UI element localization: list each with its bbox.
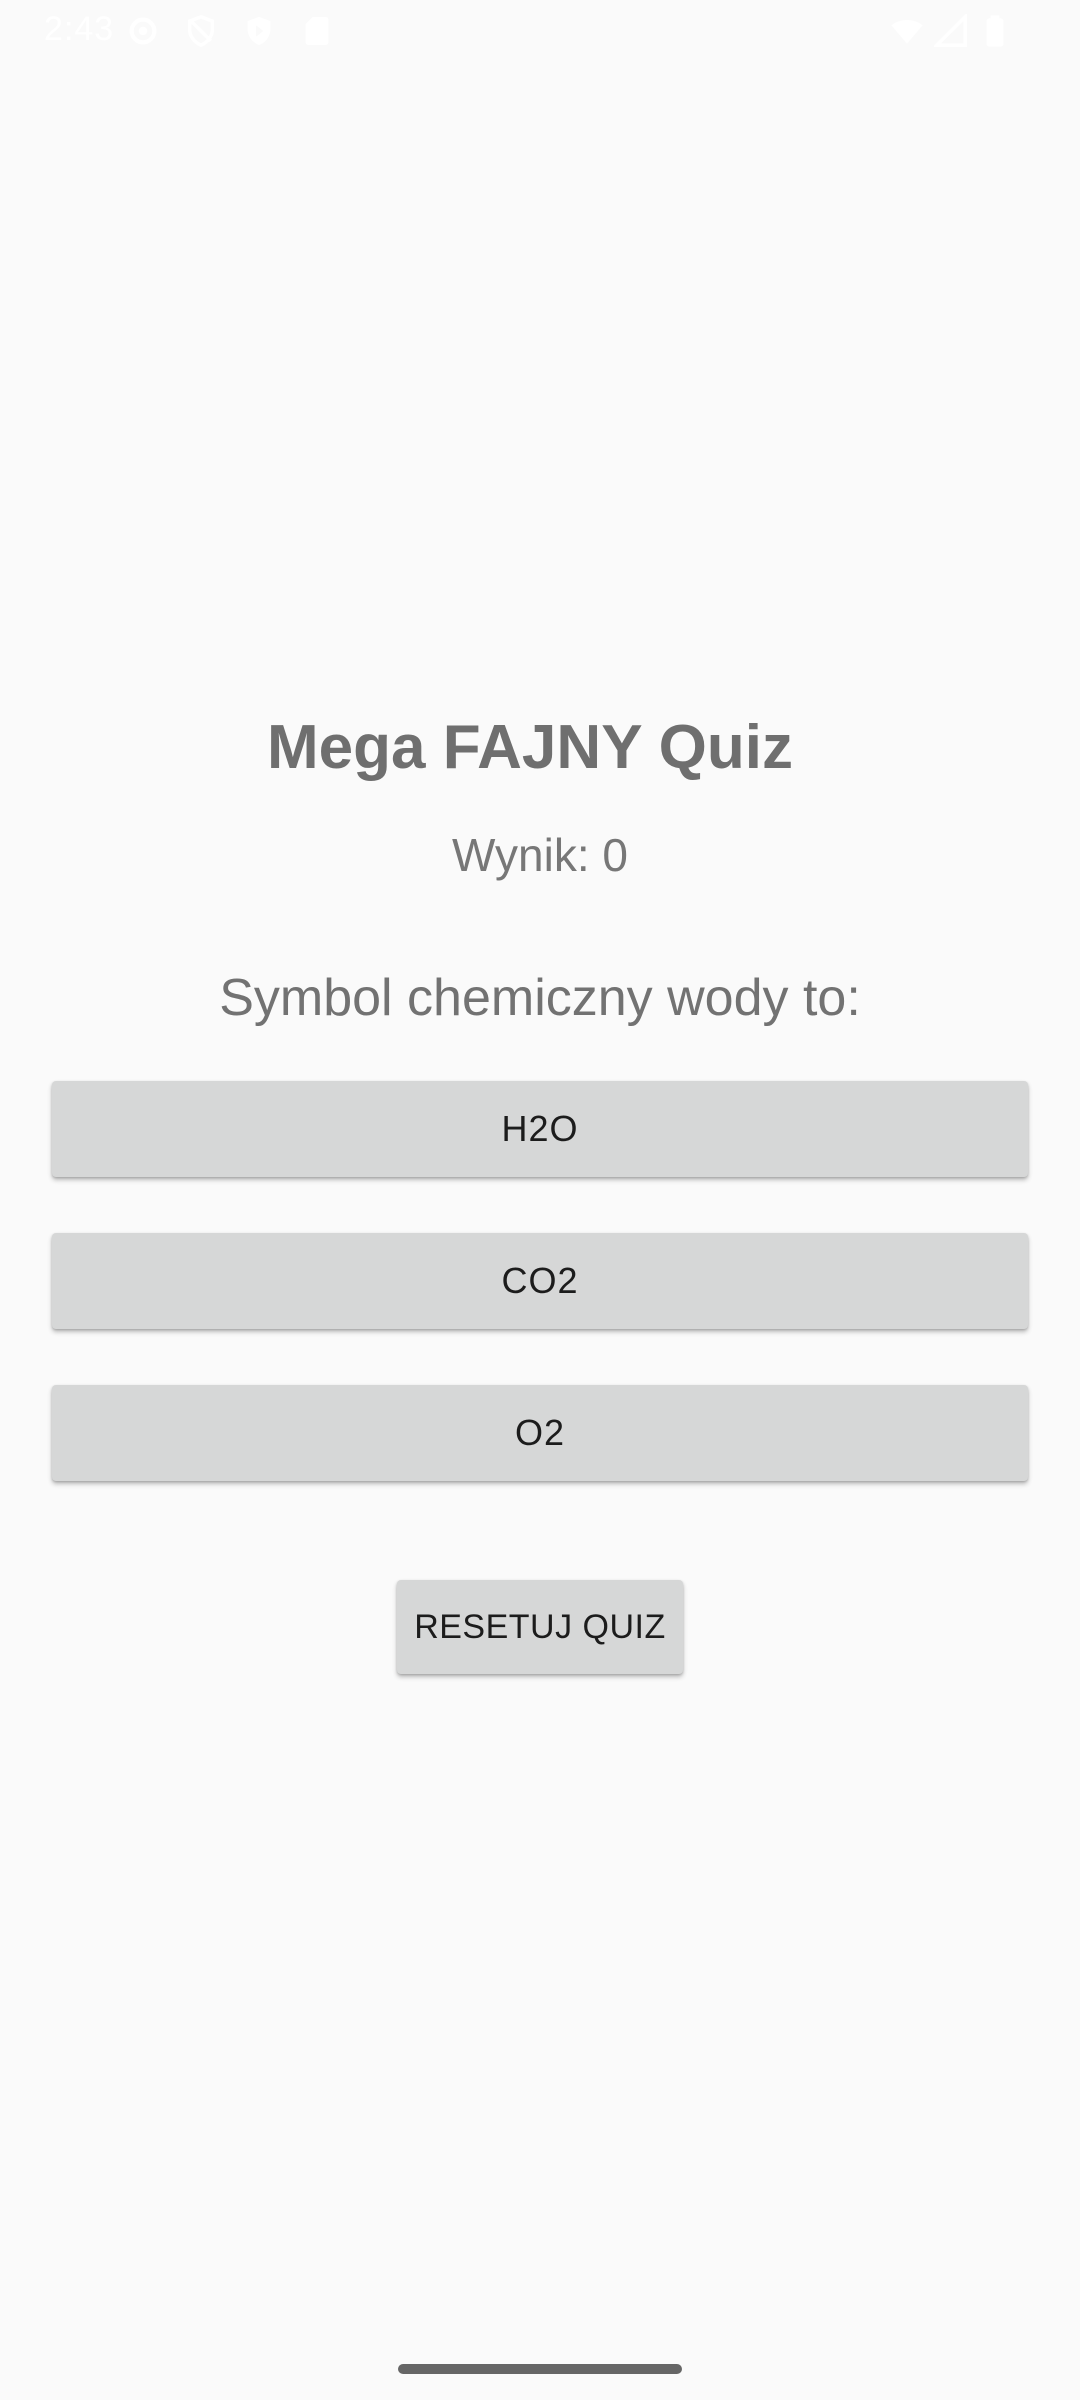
status-time: 2:43 — [44, 10, 115, 48]
quiz-title: Mega FAJNY Quiz — [267, 713, 793, 782]
answer-button-h2o[interactable]: H2O — [52, 1081, 1028, 1177]
settings-icon — [129, 17, 157, 45]
score-label: Wynik: 0 — [452, 829, 628, 881]
answer-button-co2[interactable]: CO2 — [52, 1233, 1028, 1329]
signal-icon — [934, 14, 967, 47]
gesture-nav-handle[interactable] — [398, 2364, 682, 2374]
shield-icon — [247, 16, 271, 46]
question-text: Symbol chemiczny wody to: — [219, 969, 861, 1027]
sd-card-icon — [305, 16, 329, 46]
vpn-icon — [187, 14, 215, 48]
quiz-screen: 2:43 Mega FAJNY Quiz Wynik: 0 Symbol che… — [0, 0, 1080, 2400]
wifi-icon — [891, 20, 923, 44]
answer-button-o2[interactable]: O2 — [52, 1385, 1028, 1481]
reset-quiz-button[interactable]: RESETUJ QUIZ — [397, 1580, 683, 1674]
status-bar: 2:43 — [0, 0, 1080, 64]
battery-icon — [986, 15, 1004, 47]
